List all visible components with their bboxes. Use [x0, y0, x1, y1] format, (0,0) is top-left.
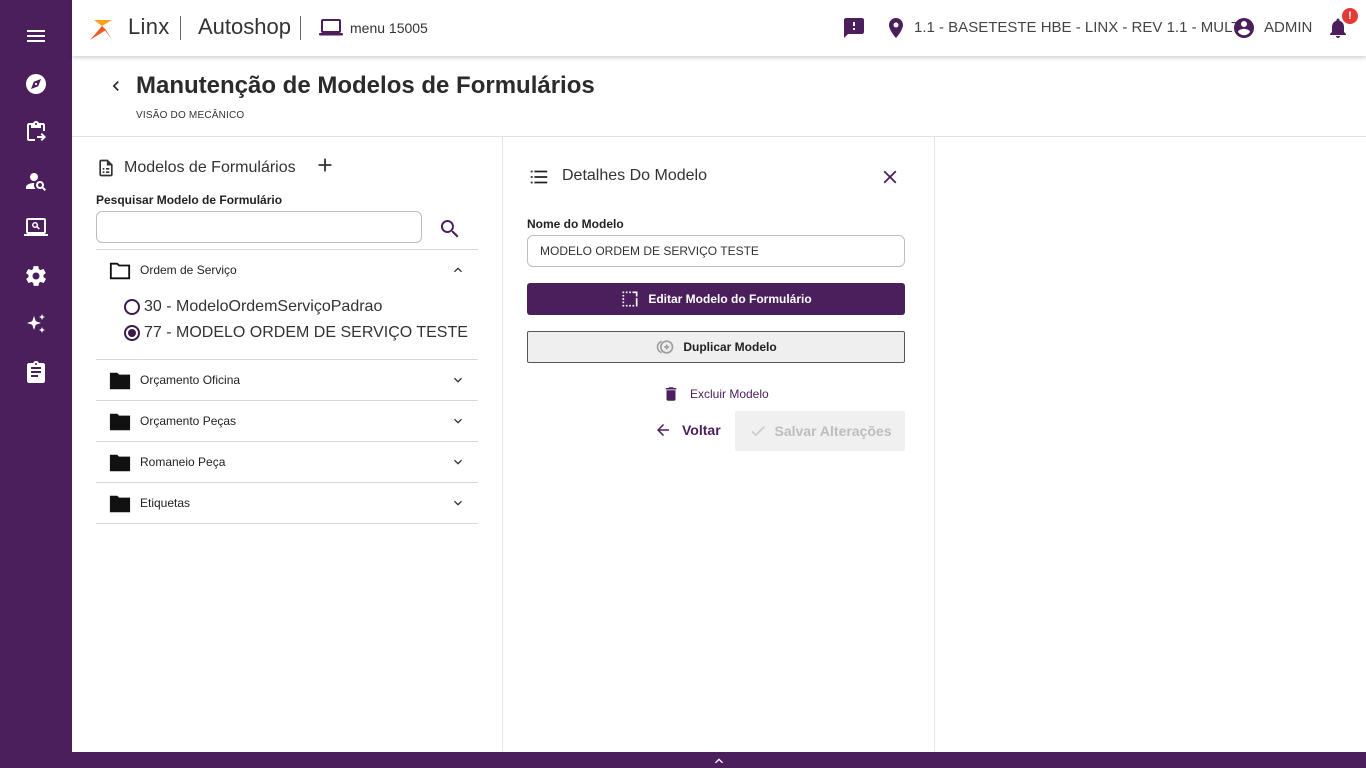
delete-button-label: Excluir Modelo: [690, 387, 769, 401]
folder-label: Etiquetas: [140, 496, 191, 510]
sidebar: [0, 0, 72, 768]
duplicate-icon: [656, 340, 674, 354]
duplicate-button-label: Duplicar Modelo: [683, 340, 777, 354]
edit-form-model-button[interactable]: Editar Modelo do Formulário: [527, 283, 905, 315]
list-icon: [528, 166, 550, 188]
folder-icon: [109, 453, 131, 473]
top-header: Linx Autoshop menu 15005 1.1 - BASETESTE…: [72, 0, 1366, 56]
trash-icon: [665, 387, 677, 401]
folder-orcamento-oficina[interactable]: Orçamento Oficina: [96, 360, 478, 401]
folder-romaneio-peca[interactable]: Romaneio Peça: [96, 442, 478, 483]
header-divider: [180, 16, 181, 40]
folder-icon: [109, 371, 131, 391]
check-icon: [751, 426, 765, 437]
sparkles-icon[interactable]: [24, 312, 48, 336]
store-selector[interactable]: 1.1 - BASETESTE HBE - LINX - REV 1.1 - M…: [914, 19, 1240, 36]
folder-orcamento-pecas[interactable]: Orçamento Peças: [96, 401, 478, 442]
folder-label: Orçamento Oficina: [140, 373, 241, 387]
clipboard-icon[interactable]: [24, 360, 48, 384]
model-name-input[interactable]: [527, 235, 905, 267]
chevron-down-icon[interactable]: [450, 454, 466, 470]
person-search-icon[interactable]: [24, 169, 48, 193]
back-button[interactable]: Voltar: [654, 421, 721, 439]
gear-icon[interactable]: [24, 264, 48, 288]
folder-open-icon: [109, 261, 131, 281]
folder-ordem-servico[interactable]: Ordem de Serviço 30 - ModeloOrdemServiço…: [96, 250, 478, 360]
folder-label: Ordem de Serviço: [140, 263, 237, 277]
chevron-up-icon[interactable]: [450, 262, 466, 278]
models-title: Modelos de Formulários: [124, 159, 296, 176]
compass-icon[interactable]: [24, 72, 48, 96]
save-changes-button[interactable]: Salvar Alterações: [735, 411, 905, 451]
model-item-selected[interactable]: 77 - MODELO ORDEM DE SERVIÇO TESTE: [124, 324, 468, 342]
folder-icon: [109, 494, 131, 514]
close-icon[interactable]: [879, 166, 901, 188]
arrow-left-icon: [657, 424, 669, 436]
delete-model-button[interactable]: Excluir Modelo: [662, 385, 769, 403]
menu-icon[interactable]: [24, 24, 48, 48]
folder-label: Romaneio Peça: [140, 455, 226, 469]
duplicate-model-button[interactable]: Duplicar Modelo: [527, 331, 905, 363]
header-divider: [300, 16, 301, 40]
panel-divider: [934, 137, 935, 752]
chevron-up-icon[interactable]: [711, 753, 727, 768]
detail-title: Detalhes Do Modelo: [562, 167, 707, 184]
model-item-label: 77 - MODELO ORDEM DE SERVIÇO TESTE: [144, 324, 468, 341]
user-avatar-icon[interactable]: [1232, 0, 1256, 56]
clipboard-arrow-icon[interactable]: [24, 120, 48, 144]
form-template-icon: [96, 158, 116, 178]
laptop-icon: [318, 18, 344, 38]
edit-button-label: Editar Modelo do Formulário: [648, 292, 812, 306]
bottom-bar[interactable]: [72, 752, 1366, 768]
radio-selected[interactable]: [124, 325, 140, 341]
notification-badge: !: [1342, 8, 1358, 24]
back-button-label: Voltar: [682, 422, 721, 438]
search-icon[interactable]: [438, 217, 462, 241]
folder-label: Orçamento Peças: [140, 414, 237, 428]
panel-divider: [502, 137, 503, 752]
brand-name: Linx: [128, 14, 170, 39]
edit-frame-icon: [622, 291, 638, 307]
location-pin-icon: [884, 0, 908, 56]
title-divider: [72, 136, 1366, 137]
user-name[interactable]: ADMIN: [1264, 19, 1312, 36]
screen-search-icon[interactable]: [24, 216, 48, 240]
chevron-left-icon[interactable]: [106, 76, 126, 96]
chevron-down-icon[interactable]: [450, 495, 466, 511]
model-item[interactable]: 30 - ModeloOrdemServiçoPadrao: [124, 298, 382, 316]
page-title: Manutenção de Modelos de Formulários: [136, 72, 595, 99]
model-tree: Ordem de Serviço 30 - ModeloOrdemServiço…: [96, 249, 478, 524]
search-label: Pesquisar Modelo de Formulário: [96, 193, 283, 207]
radio-unselected[interactable]: [124, 299, 140, 315]
feedback-icon[interactable]: [842, 0, 866, 56]
product-name: Autoshop: [198, 14, 291, 39]
chevron-down-icon[interactable]: [450, 372, 466, 388]
page-subtitle: VISÃO DO MECÂNICO: [136, 110, 245, 121]
folder-etiquetas[interactable]: Etiquetas: [96, 483, 478, 524]
save-button-label: Salvar Alterações: [774, 423, 892, 439]
add-model-icon[interactable]: [314, 154, 336, 176]
linx-logo-icon: [88, 16, 114, 42]
search-model-input[interactable]: [96, 211, 422, 243]
folder-icon: [109, 412, 131, 432]
model-item-label: 30 - ModeloOrdemServiçoPadrao: [144, 298, 383, 315]
model-name-label: Nome do Modelo: [527, 217, 624, 231]
menu-code: menu 15005: [350, 20, 428, 36]
chevron-down-icon[interactable]: [450, 413, 466, 429]
